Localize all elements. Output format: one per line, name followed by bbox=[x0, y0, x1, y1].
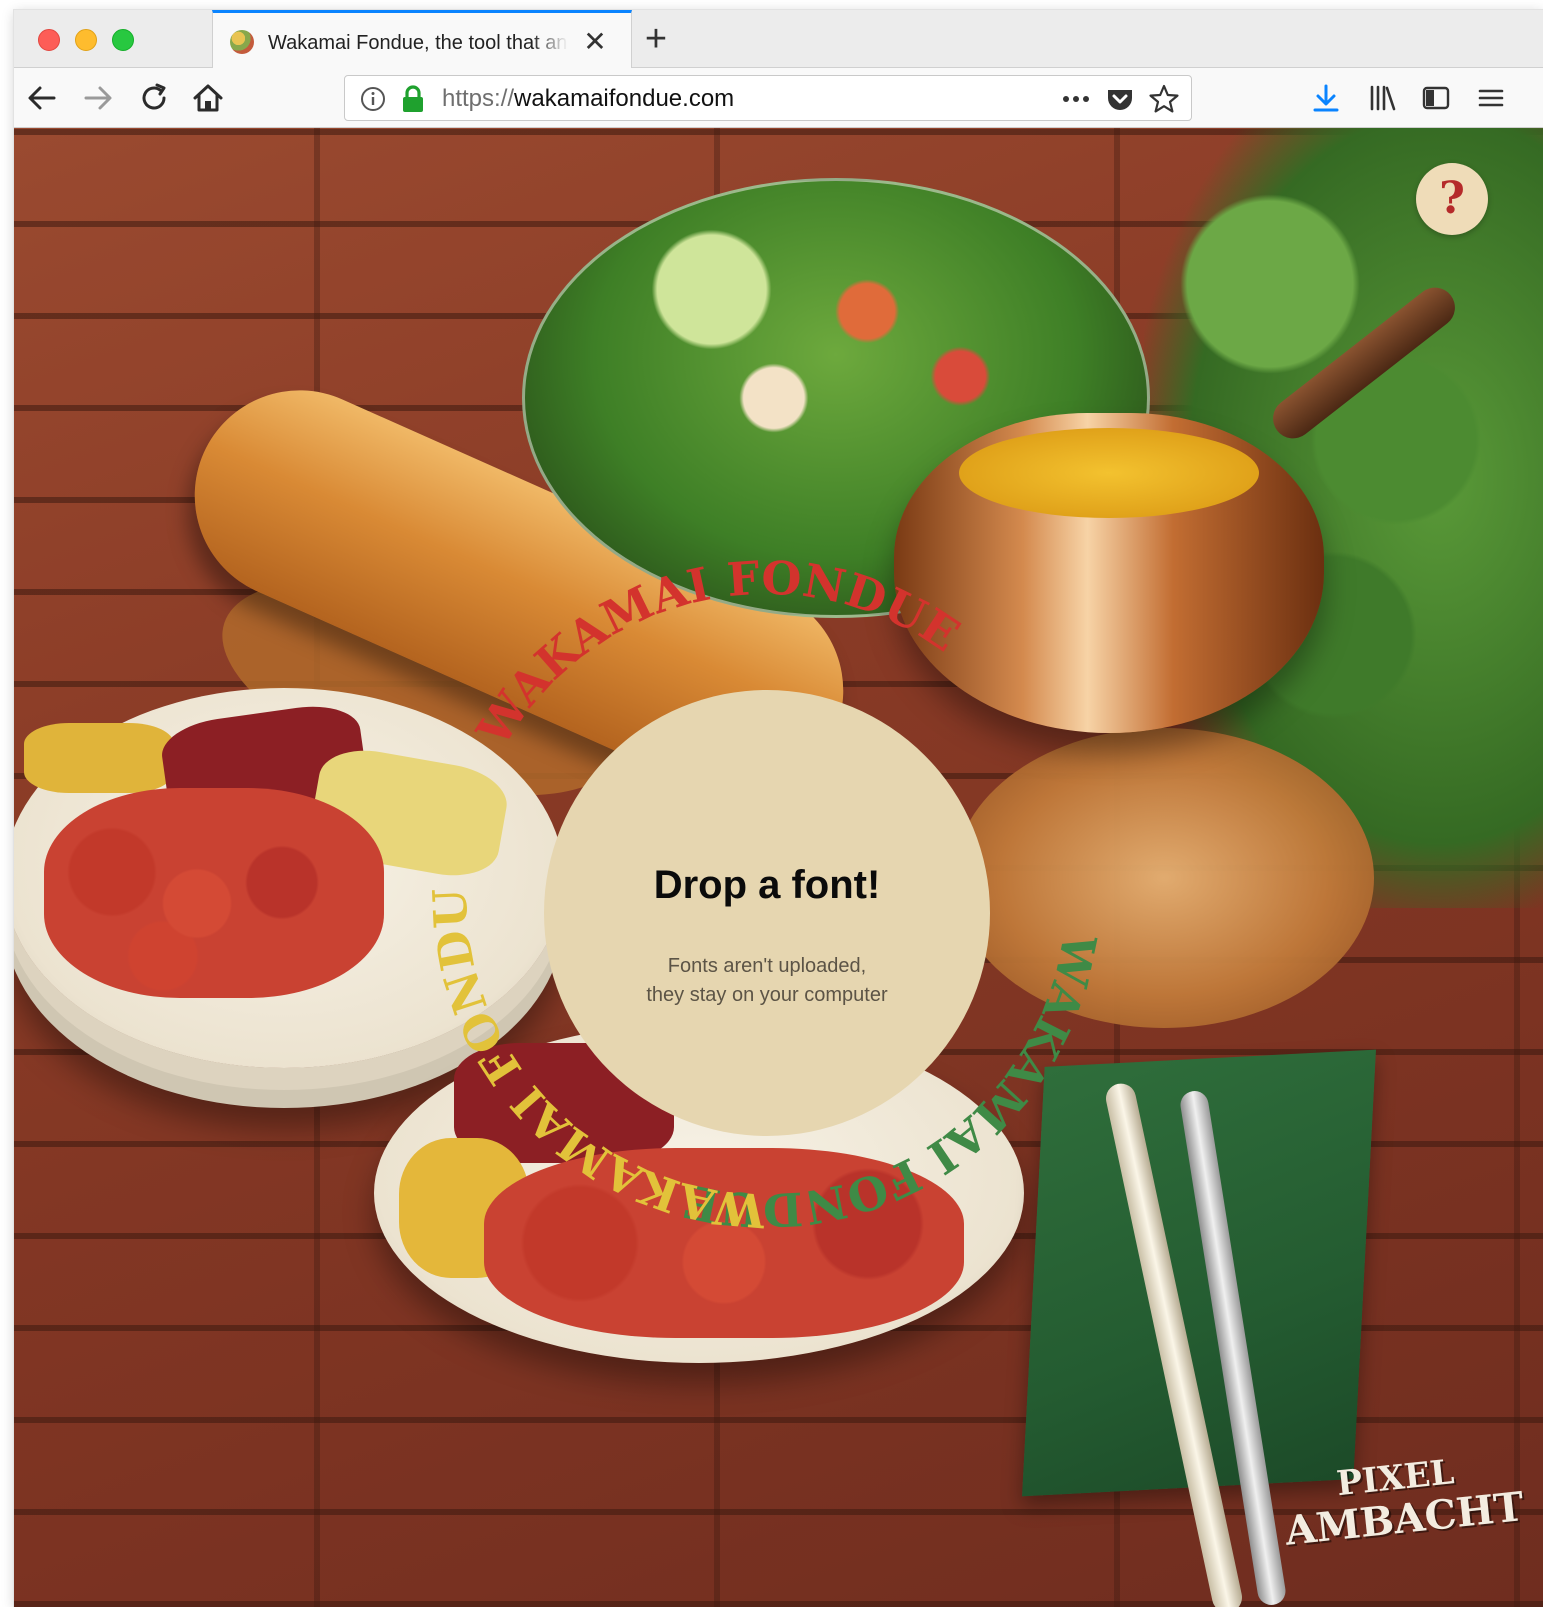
tab-close-icon[interactable]: ✕ bbox=[581, 28, 609, 56]
browser-window: Wakamai Fondue, the tool that answers th… bbox=[14, 10, 1543, 1607]
library-button[interactable] bbox=[1367, 83, 1397, 113]
url-text[interactable]: https://wakamaifondue.com bbox=[442, 86, 734, 112]
menu-button[interactable] bbox=[1476, 83, 1506, 113]
bookmark-star-icon[interactable] bbox=[1148, 83, 1180, 115]
home-button[interactable] bbox=[190, 80, 226, 116]
left-plate-meat bbox=[44, 788, 384, 998]
zoom-window-button[interactable] bbox=[112, 29, 134, 51]
url-host: wakamaifondue.com bbox=[514, 85, 735, 112]
page-actions-more-icon[interactable] bbox=[1059, 84, 1093, 114]
back-button[interactable] bbox=[24, 80, 60, 116]
sidebar-button[interactable] bbox=[1421, 83, 1451, 113]
help-button[interactable]: ? bbox=[1416, 163, 1488, 235]
minimize-window-button[interactable] bbox=[75, 29, 97, 51]
drop-subtitle-line-2: they stay on your computer bbox=[646, 984, 888, 1006]
library-icon bbox=[1370, 85, 1396, 111]
tab-strip: Wakamai Fondue, the tool that answers th… bbox=[14, 10, 1543, 68]
forward-button[interactable] bbox=[80, 80, 116, 116]
reload-icon bbox=[142, 83, 166, 110]
menu-icon bbox=[1478, 89, 1504, 107]
pocket-icon[interactable] bbox=[1105, 84, 1135, 114]
url-scheme: https:// bbox=[442, 85, 515, 112]
forward-arrow-icon bbox=[84, 86, 112, 110]
tab-wakamai-fondue[interactable]: Wakamai Fondue, the tool that answers th… bbox=[212, 10, 632, 68]
sidebar-icon bbox=[1422, 86, 1450, 110]
navigation-toolbar: https://wakamaifondue.com bbox=[14, 68, 1543, 128]
downloads-button[interactable] bbox=[1311, 83, 1341, 113]
fondue-cheese bbox=[959, 428, 1259, 518]
tab-title: Wakamai Fondue, the tool that answers th… bbox=[268, 32, 568, 54]
drop-title: Drop a font! bbox=[653, 863, 881, 907]
back-arrow-icon bbox=[28, 86, 56, 110]
font-drop-zone[interactable]: Drop a font! Fonts aren't uploaded, they… bbox=[544, 690, 990, 1136]
site-info-icon[interactable] bbox=[359, 85, 387, 113]
url-bar[interactable]: https://wakamaifondue.com bbox=[344, 75, 1192, 121]
download-icon bbox=[1313, 84, 1339, 112]
drop-subtitle: Fonts aren't uploaded, they stay on your… bbox=[544, 952, 990, 1012]
secure-lock-icon[interactable] bbox=[400, 84, 426, 114]
home-icon bbox=[193, 84, 223, 112]
reload-button[interactable] bbox=[136, 80, 172, 116]
new-tab-button[interactable]: + bbox=[636, 20, 676, 60]
drop-subtitle-line-1: Fonts aren't uploaded, bbox=[667, 955, 867, 977]
page-content: PIXEL AMBACHT ? WAKAMAI FONDUE WAKAMAI F… bbox=[14, 128, 1543, 1607]
close-window-button[interactable] bbox=[38, 29, 60, 51]
left-plate-mustard bbox=[24, 723, 174, 793]
fondue-favicon-icon bbox=[230, 30, 254, 54]
